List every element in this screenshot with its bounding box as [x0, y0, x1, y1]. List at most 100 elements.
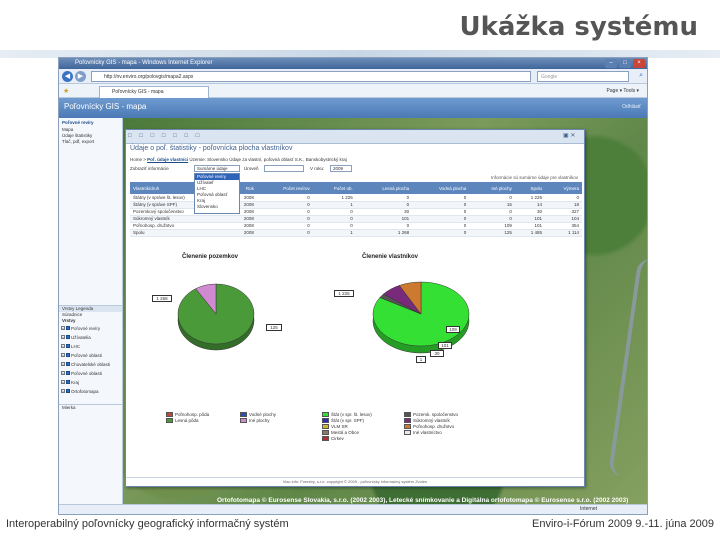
level-select[interactable]	[264, 165, 304, 172]
table-cell: 0	[412, 229, 470, 237]
left-panel-heading[interactable]: Poľovné revíry	[59, 118, 122, 127]
map-copyright: Ortofotomapa © Eurosense Slovakia, s.r.o…	[217, 497, 629, 504]
table-header-cell[interactable]: Spolu	[514, 182, 545, 194]
table-cell: Poľnohosp. družstvo	[130, 222, 230, 230]
pie-data-label: 101	[438, 342, 452, 349]
level-label: Úroveň	[244, 166, 259, 171]
legend-swatch	[404, 412, 411, 417]
tab-row: ★ Poľovnícky GIS - mapa Page ▾ Tools ▾	[59, 84, 647, 98]
table-cell: 104	[544, 215, 582, 223]
legend-label: Pozemk. spoločenstvo	[413, 412, 459, 417]
legend-item: Iné vlastníctvo	[404, 430, 442, 435]
tab-current[interactable]: Poľovnícky GIS - mapa	[99, 86, 209, 98]
dropdown-option[interactable]: Slovensko	[195, 204, 239, 210]
table-cell: 0	[256, 229, 313, 237]
browser-tools-menu[interactable]: Page ▾ Tools ▾	[607, 87, 639, 95]
table-cell: 0	[412, 208, 470, 216]
table-cell: 101	[514, 215, 545, 223]
dialog-close-icon[interactable]: ▣ ✕	[563, 132, 581, 142]
search-icon[interactable]: ⌕	[639, 72, 643, 80]
dialog-heading: Údaje o poľ. štatistiky - poľovnícka plo…	[130, 145, 293, 152]
table-cell: 101	[355, 215, 413, 223]
filter-row: Zobraziť informácie Sumárne údaje Úroveň…	[130, 165, 580, 173]
table-cell: 0	[312, 222, 356, 230]
table-header-cell[interactable]: Počet ob.	[312, 182, 356, 194]
legend-item: Poľnohosp. pôda	[166, 412, 209, 417]
favorites-star-icon[interactable]: ★	[63, 87, 69, 95]
chart-title-vlastnici: Členenie vlastníkov	[362, 254, 419, 260]
window-title: Poľovnícky GIS - mapa - Windows Internet…	[75, 60, 213, 66]
table-cell: 1 485	[514, 229, 545, 237]
table-cell: 0	[256, 215, 313, 223]
legend-swatch	[322, 418, 329, 423]
status-bar: Internet	[59, 504, 647, 514]
table-header-cell[interactable]: Výmera	[544, 182, 582, 194]
left-panel: Poľovné revíry Mapa Údaje štatistiky Tla…	[59, 118, 123, 506]
pie-chart-pozemky	[177, 283, 255, 351]
layer-item[interactable]: + Poľovné oblasti	[59, 351, 122, 360]
table-cell: 109	[469, 222, 515, 230]
dialog-toolbar[interactable]: □ □ □ □ □ □ □	[128, 133, 202, 139]
forward-arrow-icon[interactable]: ▶	[75, 71, 86, 82]
layers-tabs[interactable]: Vrstvy Legenda	[59, 305, 122, 312]
layer-item[interactable]: + Poľovné revíry	[59, 324, 122, 333]
table-cell: 2008	[229, 222, 257, 230]
table-cell: 1 225	[312, 194, 356, 202]
pie-data-label: 1 225	[334, 290, 354, 297]
filter-label: Zobraziť informácie	[130, 166, 169, 171]
table-cell: 0	[544, 194, 582, 202]
legend-item: Štát (v spr. št. lesov)	[322, 412, 372, 417]
table-header-cell[interactable]: Iné plochy	[469, 182, 515, 194]
table-cell: 327	[544, 208, 582, 216]
legend-item: Vodné plochy	[240, 412, 276, 417]
table-cell: 2008	[229, 215, 257, 223]
table-cell: 0	[469, 208, 515, 216]
table-cell: 30	[514, 208, 545, 216]
layer-item[interactable]: + LHC	[59, 342, 122, 351]
table-header-cell[interactable]: Vodná plocha	[412, 182, 470, 194]
layer-item[interactable]: + Užívatelia	[59, 333, 122, 342]
checkbox-icon	[66, 326, 70, 330]
legend-item: Pozemk. spoločenstvo	[404, 412, 458, 417]
checkbox-icon	[66, 371, 70, 375]
checkbox-icon	[66, 335, 70, 339]
back-arrow-icon[interactable]: ◀	[62, 71, 73, 82]
table-cell: 1	[312, 201, 356, 209]
search-input[interactable]: Google	[537, 71, 629, 82]
year-select[interactable]: 2009	[330, 165, 352, 172]
layer-item[interactable]: + Ortofotomapa	[59, 387, 122, 396]
legend-swatch	[166, 412, 173, 417]
pie-data-label: 125	[266, 324, 282, 331]
layer-item[interactable]: + Chovatelské oblasti	[59, 360, 122, 369]
table-cell: 30	[355, 208, 413, 216]
table-cell: 0	[412, 201, 470, 209]
minimize-button[interactable]: –	[605, 59, 617, 68]
legend-label: Cirkev	[331, 436, 344, 441]
layer-item[interactable]: + Kraj	[59, 378, 122, 387]
pie-data-label: 30	[430, 350, 444, 357]
legend-label: Štát (v spr. SPF)	[331, 418, 365, 423]
scale-section[interactable]: Mierka	[59, 404, 122, 411]
level-dropdown[interactable]: Poľovné revíry Užívateľ LHC Poľovná obla…	[194, 173, 240, 214]
app-title: Poľovnícky GIS - mapa	[64, 102, 147, 111]
table-header-cell[interactable]: Počet revírov	[256, 182, 313, 194]
close-button[interactable]: ×	[633, 59, 645, 68]
table-cell: 0	[256, 208, 313, 216]
legend-item: Iné plochy	[240, 418, 270, 423]
table-header-cell[interactable]: Lesná plocha	[355, 182, 413, 194]
status-zone: Internet	[580, 506, 597, 512]
table-cell: 0	[355, 222, 413, 230]
logout-link[interactable]: Odhlásiť	[622, 104, 641, 110]
layer-item[interactable]: + Poľovné oblasti	[59, 369, 122, 378]
pie-data-label: 109	[446, 326, 460, 333]
legend-swatch	[404, 424, 411, 429]
checkbox-icon	[66, 353, 70, 357]
legend-swatch	[322, 424, 329, 429]
maximize-button[interactable]: □	[619, 59, 631, 68]
address-bar[interactable]: http://nv.enviro.org/polovgis/mapa2.aspx	[91, 71, 531, 82]
checkbox-icon	[66, 362, 70, 366]
pie-data-label: 1	[416, 356, 426, 363]
legend-label: Mestá a Obce	[331, 430, 360, 435]
table-cell: 0	[256, 194, 313, 202]
filter-select[interactable]: Sumárne údaje	[194, 165, 240, 172]
